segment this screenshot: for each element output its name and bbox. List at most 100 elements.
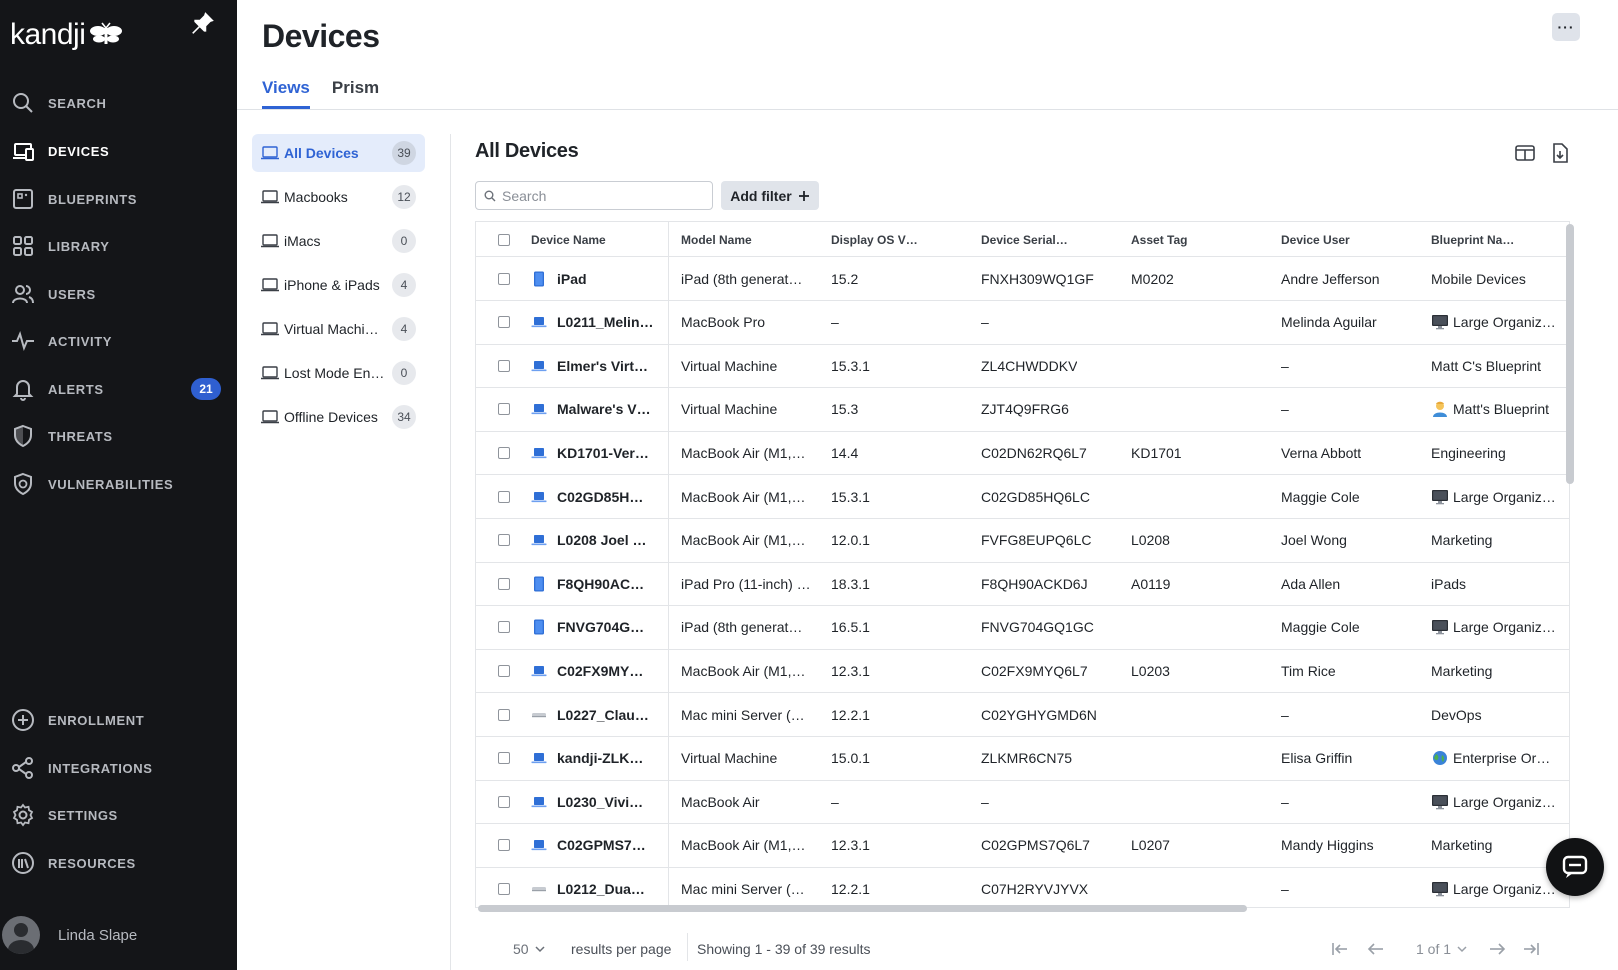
row-checkbox[interactable] — [498, 403, 510, 416]
table-row[interactable]: iPad iPad (8th generat… 15.2 FNXH309WQ1GF M0… — [476, 257, 1569, 301]
sidebar-item-users[interactable]: USERS — [0, 274, 237, 314]
view-item[interactable]: Macbooks 12 — [252, 178, 425, 216]
row-checkbox[interactable] — [498, 577, 510, 590]
more-options-button[interactable]: ··· — [1552, 13, 1580, 41]
table-row[interactable]: L0230_Vivi… MacBook Air – – – Large Organiz… — [476, 780, 1569, 825]
kandji-logo[interactable]: kandji — [10, 18, 123, 52]
user-profile[interactable]: Linda Slape — [0, 915, 237, 955]
table-row[interactable]: FNVG704G… iPad (8th generat… 16.5.1 FNVG704… — [476, 606, 1569, 650]
column-header[interactable]: Blueprint Na… — [1431, 222, 1566, 257]
view-item[interactable]: All Devices 39 — [252, 134, 425, 172]
search-field[interactable] — [475, 181, 713, 210]
view-item[interactable]: Offline Devices 34 — [252, 398, 425, 436]
add-filter-button[interactable]: Add filter — [721, 181, 819, 210]
next-page-icon[interactable] — [1486, 938, 1508, 960]
row-checkbox[interactable] — [498, 664, 510, 677]
sidebar-item-vulnerabilities[interactable]: VULNERABILITIES — [0, 464, 237, 504]
row-checkbox[interactable] — [498, 752, 510, 765]
cell-text: Mandy Higgins — [1281, 837, 1374, 854]
export-icon[interactable] — [1549, 142, 1571, 164]
columns-icon[interactable] — [1514, 142, 1536, 164]
page-select[interactable]: 1 of 1 — [1416, 941, 1467, 957]
cell-name[interactable]: L0230_Vivi… — [531, 780, 671, 823]
cell-name[interactable]: kandji-ZLK… — [531, 737, 671, 780]
sidebar-item-search[interactable]: SEARCH — [0, 83, 237, 123]
sidebar-item-library[interactable]: LIBRARY — [0, 226, 237, 266]
table-row[interactable]: KD1701-Ver… MacBook Air (M1,… 14.4 C02DN62R… — [476, 431, 1569, 476]
row-checkbox[interactable] — [498, 708, 510, 721]
column-header[interactable]: Asset Tag — [1131, 222, 1276, 257]
sidebar-item-activity[interactable]: ACTIVITY — [0, 321, 237, 361]
cell-name[interactable]: FNVG704G… — [531, 606, 671, 649]
tab-prism[interactable]: Prism — [332, 78, 379, 109]
row-checkbox[interactable] — [498, 490, 510, 503]
table-row[interactable]: F8QH90AC… iPad Pro (11-inch) … 18.3.1 F8QH9… — [476, 562, 1569, 607]
cell-user: Andre Jefferson — [1281, 257, 1426, 300]
view-item[interactable]: Lost Mode En… 0 — [252, 354, 425, 392]
table-row[interactable]: C02GD85H… MacBook Air (M1,… 15.3.1 C02GD85H… — [476, 475, 1569, 519]
row-checkbox[interactable] — [498, 446, 510, 459]
table-row[interactable]: Malware's V… Virtual Machine 15.3 ZJT4Q9FRG… — [476, 388, 1569, 432]
column-header[interactable]: Device Serial… — [981, 222, 1126, 257]
cell-name[interactable]: iPad — [531, 257, 671, 300]
sidebar-item-resources[interactable]: RESOURCES — [0, 843, 237, 883]
cell-name[interactable]: L0212_Dua… — [531, 867, 671, 907]
select-all-checkbox[interactable] — [498, 233, 510, 246]
sidebar-item-settings[interactable]: SETTINGS — [0, 795, 237, 835]
cell-name[interactable]: C02FX9MY… — [531, 649, 671, 692]
cell-text: Mac mini Server (… — [681, 880, 805, 897]
chat-button[interactable] — [1546, 838, 1604, 896]
table-row[interactable]: L0212_Dua… Mac mini Server (… 12.2.1 C07H2R… — [476, 867, 1569, 907]
cell-name[interactable]: C02GPMS7… — [531, 824, 671, 867]
sidebar-item-integrations[interactable]: INTEGRATIONS — [0, 748, 237, 788]
row-checkbox[interactable] — [498, 839, 510, 852]
row-select-cell — [498, 475, 510, 518]
cell-name[interactable]: Malware's V… — [531, 388, 671, 431]
table-row[interactable]: L0208 Joel … MacBook Air (M1,… 12.0.1 FVFG8… — [476, 519, 1569, 563]
cell-name[interactable]: Elmer's Virt… — [531, 344, 671, 387]
row-checkbox[interactable] — [498, 795, 510, 808]
pin-icon[interactable] — [190, 10, 216, 36]
last-page-icon[interactable] — [1520, 938, 1542, 960]
cell-name[interactable]: L0211_Melin… — [531, 301, 671, 344]
tab-views[interactable]: Views — [262, 78, 310, 109]
sidebar-item-devices[interactable]: DEVICES — [0, 131, 237, 171]
row-checkbox[interactable] — [498, 316, 510, 329]
first-page-icon[interactable] — [1329, 938, 1351, 960]
cell-name[interactable]: C02GD85H… — [531, 475, 671, 518]
view-item[interactable]: iPhone & iPads 4 — [252, 266, 425, 304]
column-header[interactable]: Device User — [1281, 222, 1426, 257]
cell-name[interactable]: L0208 Joel … — [531, 519, 671, 562]
row-checkbox[interactable] — [498, 272, 510, 285]
row-checkbox[interactable] — [498, 621, 510, 634]
column-header[interactable]: Model Name — [681, 222, 826, 257]
table-row[interactable]: C02FX9MY… MacBook Air (M1,… 12.3.1 C02FX9MY… — [476, 649, 1569, 694]
sidebar-item-enrollment[interactable]: ENROLLMENT — [0, 700, 237, 740]
ipad-icon — [531, 271, 547, 287]
sidebar-item-blueprints[interactable]: BLUEPRINTS — [0, 179, 237, 219]
cell-serial: C02GPMS7Q6L7 — [981, 824, 1126, 867]
view-item[interactable]: Virtual Machi… 4 — [252, 310, 425, 348]
table-row[interactable]: kandji-ZLK… Virtual Machine 15.0.1 ZLKMR6CN… — [476, 737, 1569, 781]
table-row[interactable]: C02GPMS7… MacBook Air (M1,… 12.3.1 C02GPMS7… — [476, 824, 1569, 868]
per-page-select[interactable]: 50 — [513, 941, 545, 957]
column-header[interactable]: Display OS V… — [831, 222, 976, 257]
prev-page-icon[interactable] — [1365, 938, 1387, 960]
row-checkbox[interactable] — [498, 359, 510, 372]
sidebar-item-threats[interactable]: THREATS — [0, 416, 237, 456]
view-item[interactable]: iMacs 0 — [252, 222, 425, 260]
horizontal-scrollbar[interactable] — [478, 905, 1247, 912]
search-input[interactable] — [502, 187, 702, 204]
cell-os: 15.0.1 — [831, 737, 976, 780]
cell-text: C02GPMS7Q6L7 — [981, 837, 1090, 854]
table-row[interactable]: Elmer's Virt… Virtual Machine 15.3.1 ZL4CHW… — [476, 344, 1569, 389]
table-row[interactable]: L0227_Clau… Mac mini Server (… 12.2.1 C02YG… — [476, 693, 1569, 737]
table-row[interactable]: L0211_Melin… MacBook Pro – – Melinda Aguilar… — [476, 301, 1569, 345]
column-header[interactable]: Device Name — [531, 222, 671, 257]
cell-name[interactable]: F8QH90AC… — [531, 562, 671, 605]
row-checkbox[interactable] — [498, 534, 510, 547]
vertical-scrollbar[interactable] — [1566, 224, 1574, 484]
cell-name[interactable]: L0227_Clau… — [531, 693, 671, 736]
cell-name[interactable]: KD1701-Ver… — [531, 431, 671, 474]
row-checkbox[interactable] — [498, 882, 510, 895]
